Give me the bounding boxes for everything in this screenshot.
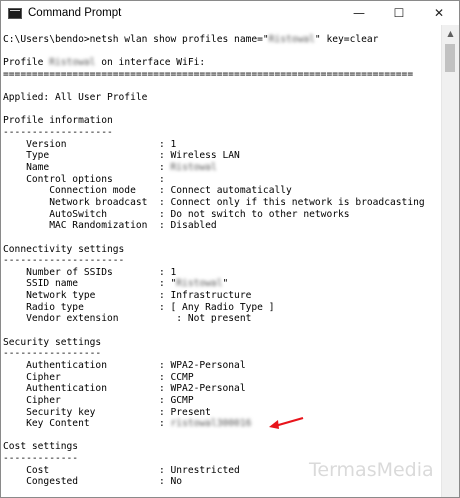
console-line: Cost settings	[3, 441, 79, 453]
minimize-button[interactable]: —	[339, 1, 379, 25]
console-text: C:\Users\bendo>netsh wlan show profiles …	[1, 25, 442, 488]
console-line: C:\Users\bendo>netsh wlan show profiles …	[3, 34, 379, 45]
console-line: Cipher : CCMP	[3, 371, 194, 383]
console-line: ---------------------	[3, 255, 125, 267]
console-line: Version : 1	[3, 138, 177, 150]
console-line: SSID name : "Ristowal"	[3, 278, 229, 290]
console-line: Profile information	[3, 115, 113, 127]
redacted-text: Ristowal	[49, 57, 96, 69]
console-line: Control options :	[3, 173, 165, 185]
console-line: Network type : Infrastructure	[3, 290, 252, 302]
console-line: Key Content : ristowal300016	[3, 418, 252, 430]
console-line: Vendor extension : Not present	[3, 313, 252, 325]
redacted-text: Ristowal	[268, 34, 315, 45]
console-line: Radio type : [ Any Radio Type ]	[3, 301, 275, 313]
console-line: Security key : Present	[3, 406, 211, 418]
scroll-up-arrow-icon[interactable]: ▲	[442, 25, 459, 42]
console-line: Number of SSIDs : 1	[3, 266, 177, 278]
console-line: Authentication : WPA2-Personal	[3, 359, 246, 371]
console-line: Name : Ristowal	[3, 162, 217, 174]
redacted-text: Ristowal	[170, 162, 217, 174]
console-line: Cipher : GCMP	[3, 394, 194, 406]
console-line: Applied: All User Profile	[3, 92, 148, 104]
console-line: Connectivity settings	[3, 243, 125, 255]
window-title: Command Prompt	[28, 7, 122, 19]
maximize-button[interactable]: ☐	[379, 1, 419, 25]
console-line: MAC Randomization : Disabled	[3, 220, 217, 232]
redacted-text: ristowal300016	[170, 418, 252, 430]
vertical-scrollbar[interactable]: ▲	[441, 25, 459, 497]
watermark: TermasMedia	[309, 459, 434, 481]
console-line: Authentication : WPA2-Personal	[3, 383, 246, 395]
console-line: -----------------	[3, 348, 102, 360]
console-icon	[8, 7, 22, 19]
close-button[interactable]: ✕	[419, 1, 459, 25]
redacted-text: Ristowal	[176, 278, 223, 290]
command-prompt-window: Command Prompt — ☐ ✕ C:\Users\bendo>nets…	[0, 0, 460, 498]
console-line: ========================================…	[3, 68, 414, 80]
console-line: Connection mode : Connect automatically	[3, 185, 292, 197]
console-output[interactable]: C:\Users\bendo>netsh wlan show profiles …	[1, 25, 442, 497]
red-arrow-icon	[269, 416, 304, 429]
console-line: Network broadcast : Connect only if this…	[3, 196, 425, 208]
console-line: Type : Wireless LAN	[3, 150, 240, 162]
console-line: AutoSwitch : Do not switch to other netw…	[3, 208, 350, 220]
window-controls: — ☐ ✕	[339, 1, 459, 25]
console-line: Security settings	[3, 336, 102, 348]
title-bar[interactable]: Command Prompt — ☐ ✕	[1, 1, 459, 25]
console-line: Profile Ristowal on interface WiFi:	[3, 57, 206, 69]
scroll-thumb[interactable]	[445, 44, 455, 72]
console-line: -------------------	[3, 127, 113, 139]
